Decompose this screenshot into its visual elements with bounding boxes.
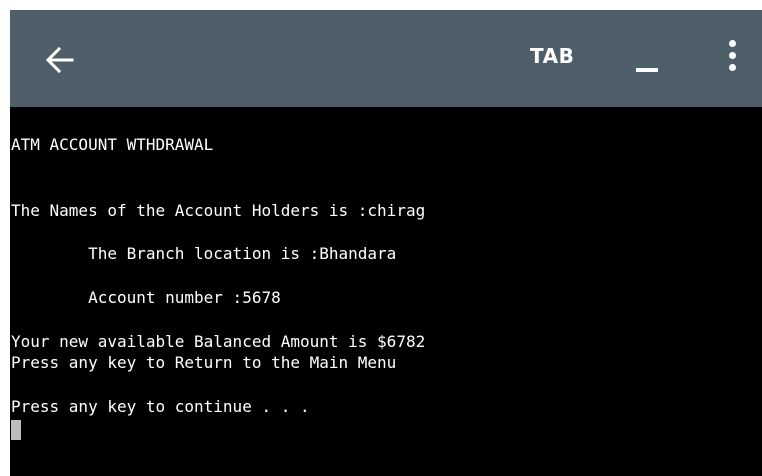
terminal-line-continue-prompt: Press any key to continue . . . bbox=[11, 397, 310, 416]
more-vert-icon bbox=[729, 64, 736, 71]
underscore-icon bbox=[636, 68, 658, 72]
terminal-line-branch: The Branch location is :Bhandara bbox=[11, 244, 397, 263]
tab-key-button[interactable]: TAB bbox=[530, 44, 574, 68]
more-vert-icon bbox=[729, 52, 736, 59]
terminal-app-window: TAB ATM ACCOUNT WTHDRAWAL The Names of t… bbox=[10, 10, 762, 476]
terminal-line-title: ATM ACCOUNT WTHDRAWAL bbox=[11, 135, 214, 154]
back-button[interactable] bbox=[36, 36, 84, 84]
arrow-left-icon bbox=[45, 46, 74, 74]
terminal-line-account-holder: The Names of the Account Holders is :chi… bbox=[11, 201, 426, 220]
terminal-output[interactable]: ATM ACCOUNT WTHDRAWAL The Names of the A… bbox=[10, 107, 762, 476]
overflow-menu-button[interactable] bbox=[718, 36, 746, 76]
more-vert-icon bbox=[729, 40, 736, 47]
terminal-line-account-number: Account number :5678 bbox=[11, 288, 281, 307]
text-cursor bbox=[11, 420, 21, 440]
hide-keyboard-button[interactable] bbox=[628, 38, 662, 78]
top-toolbar: TAB bbox=[10, 10, 762, 107]
terminal-line-return-prompt: Press any key to Return to the Main Menu bbox=[11, 353, 397, 372]
terminal-line-balance: Your new available Balanced Amount is $6… bbox=[11, 332, 426, 351]
